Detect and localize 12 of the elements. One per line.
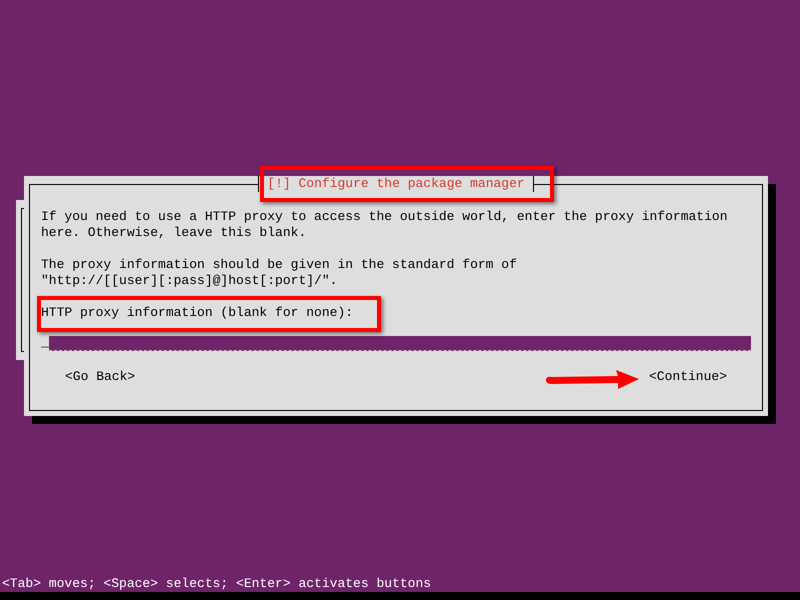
status-bar-text: <Tab> moves; <Space> selects; <Enter> activates buttons <box>1 576 432 591</box>
dialog-button[interactable]: <Continue> <box>644 369 731 385</box>
dialog-title: [!] Configure the package manager <box>258 176 534 192</box>
instruction-line: here. Otherwise, leave this blank. <box>41 225 308 241</box>
dialog-button[interactable]: <Go Back> <box>61 369 140 385</box>
cursor: _ <box>41 335 49 351</box>
instruction-line: "http://[[user][:pass]@]host[:port]/". <box>41 273 338 289</box>
instruction-line: The proxy information should be given in the standard form of <box>41 257 518 273</box>
field-label: HTTP proxy information (blank for none): <box>41 305 354 321</box>
proxy-input-field[interactable] <box>49 336 751 351</box>
arrow-icon <box>544 368 640 392</box>
instruction-line: If you need to use a HTTP proxy to access the outside world, enter the proxy information <box>41 209 729 225</box>
